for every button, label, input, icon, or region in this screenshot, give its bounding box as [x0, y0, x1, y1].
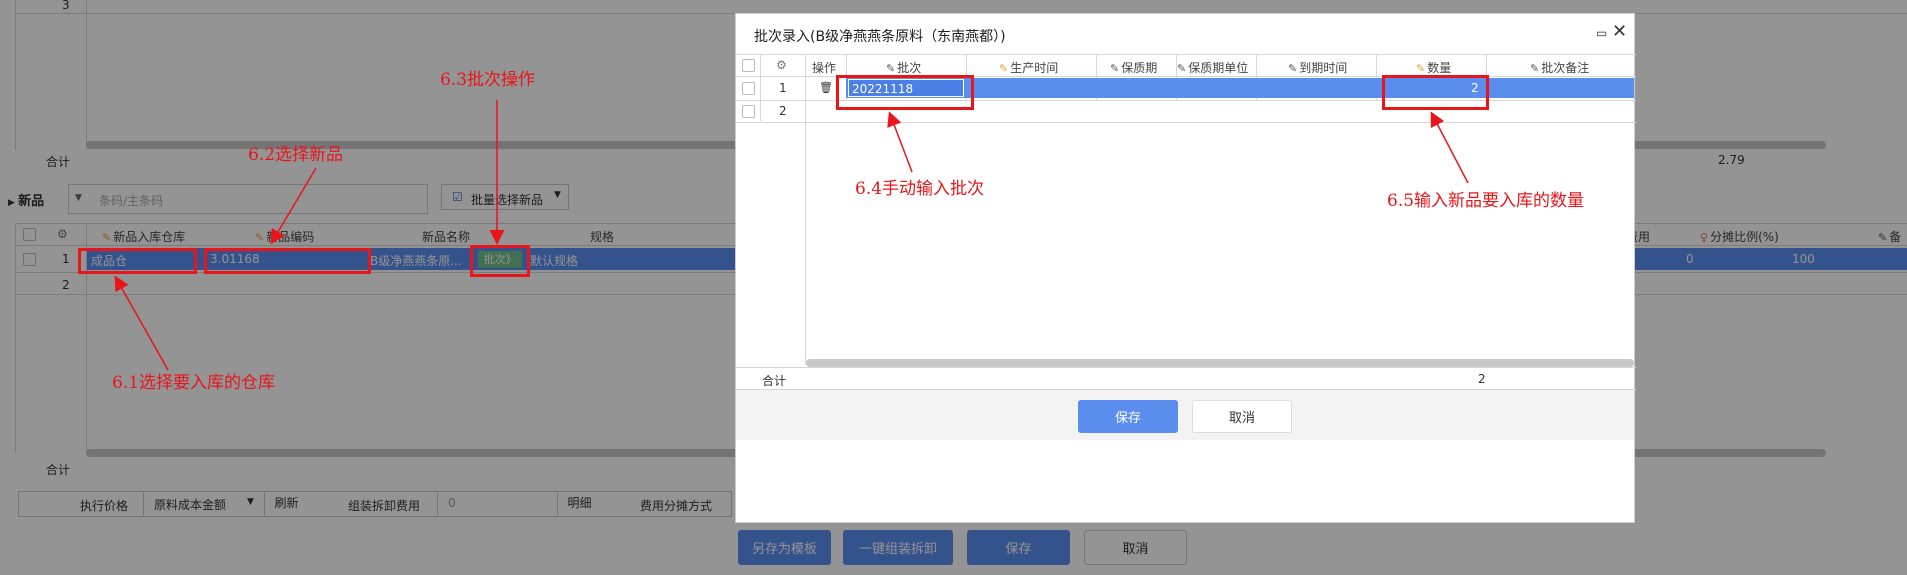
annotation-6-5: 6.5输入新品要入库的数量: [1387, 191, 1585, 211]
annotation-6-2: 6.2选择新品: [248, 145, 344, 165]
annotation-6-4: 6.4手动输入批次: [855, 179, 985, 199]
annotation-arrows: [114, 100, 1469, 371]
annotation-6-3: 6.3批次操作: [440, 70, 536, 90]
annotation-6-1: 6.1选择要入库的仓库: [112, 373, 276, 393]
